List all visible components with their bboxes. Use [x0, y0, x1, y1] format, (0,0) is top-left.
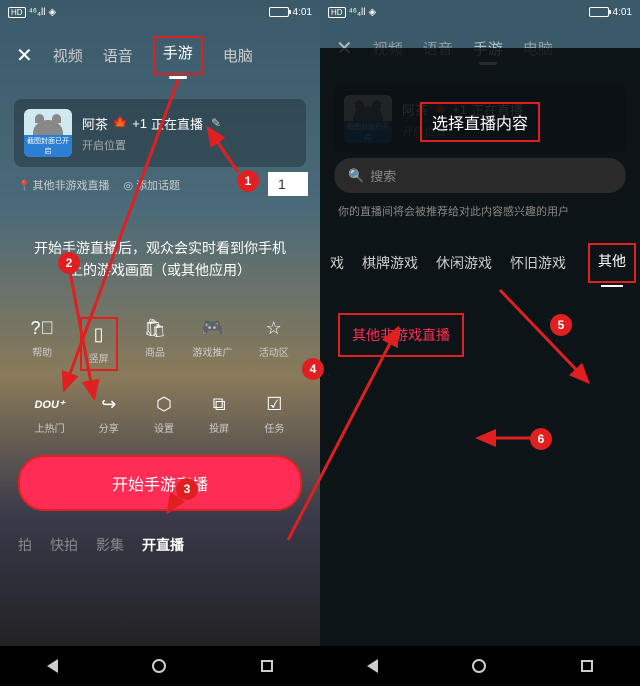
cast-button[interactable]: ⧉投屏: [208, 393, 230, 435]
icon-row-2: DOU⁺上热门 ↪分享 ⬡设置 ⧉投屏 ☑任务: [0, 387, 320, 441]
nav-recent-icon[interactable]: [261, 660, 273, 672]
battery-icon: [589, 7, 609, 17]
annotation-input: 1: [268, 172, 308, 196]
shop-button[interactable]: 🛍商品: [144, 317, 166, 371]
nav-back-icon[interactable]: [367, 659, 378, 673]
annotation-4: 4: [302, 358, 324, 380]
task-button[interactable]: ☑任务: [263, 393, 285, 435]
search-input[interactable]: 🔍 搜索: [334, 158, 626, 193]
cast-icon: ⧉: [208, 393, 230, 415]
activity-button[interactable]: ☆活动区: [259, 317, 289, 371]
hd-badge: HD: [328, 7, 346, 18]
card-title: 阿茶🍁+1正在直播 ✎: [82, 114, 221, 133]
description: 开始手游直播后，观众会实时看到你手机上的游戏画面（或其他应用）: [0, 201, 320, 301]
shop-icon: 🛍: [144, 317, 166, 339]
phone-screen-right: HD ⁴⁶₄ll ◈ 4:01 ✕ 视频 语音 手游 电脑 截图封面已开启 阿: [320, 0, 640, 686]
edit-icon[interactable]: ✎: [211, 116, 221, 130]
game-promo-button[interactable]: 🎮游戏推广: [192, 317, 232, 371]
task-icon: ☑: [263, 393, 285, 415]
help-button[interactable]: ?⃝帮助: [31, 317, 53, 371]
status-bar: HD ⁴⁶₄ll ◈ 4:01: [0, 0, 320, 24]
annotation-6: 6: [530, 428, 552, 450]
phone-screen-left: HD ⁴⁶₄ll ◈ 4:01 ✕ 视频 语音 手游 电脑 截图封面已开启 阿: [0, 0, 320, 686]
time-label: 4:01: [293, 7, 312, 18]
result-other-nongame[interactable]: 其他非游戏直播: [338, 313, 464, 357]
dou-icon: DOU⁺: [39, 393, 61, 415]
battery-icon: [269, 7, 289, 17]
star-icon: ☆: [263, 317, 285, 339]
card-sub[interactable]: 开启位置: [82, 137, 221, 153]
nav-back-icon[interactable]: [47, 659, 58, 673]
annotation-1: 1: [237, 170, 259, 192]
search-icon: 🔍: [348, 168, 364, 184]
settings-icon: ⬡: [153, 393, 175, 415]
nav-home-icon[interactable]: [152, 659, 166, 673]
tab-live[interactable]: 开直播: [142, 535, 184, 555]
game-icon: 🎮: [201, 317, 223, 339]
avatar[interactable]: 截图封面已开启: [24, 109, 72, 157]
tab-shoot[interactable]: 拍: [18, 535, 32, 555]
tab-mobile-game[interactable]: 手游: [153, 36, 203, 75]
share-button[interactable]: ↪分享: [98, 393, 120, 435]
topic-tag[interactable]: 添加话题: [123, 177, 180, 193]
time-label: 4:01: [613, 7, 632, 18]
close-icon[interactable]: ✕: [16, 43, 33, 68]
modal-title: 选择直播内容: [420, 102, 540, 142]
annotation-5: 5: [550, 314, 572, 336]
nav-recent-icon[interactable]: [581, 660, 593, 672]
search-placeholder: 搜索: [370, 166, 396, 185]
cat-frag[interactable]: 戏: [330, 253, 344, 273]
wifi-icon: ◈: [369, 7, 377, 18]
help-icon: ?⃝: [31, 317, 53, 339]
start-stream-button[interactable]: 开始手游直播: [18, 455, 302, 511]
nav-home-icon[interactable]: [472, 659, 486, 673]
tab-quick[interactable]: 快拍: [50, 535, 78, 555]
cat-board[interactable]: 棋牌游戏: [362, 253, 418, 273]
share-icon: ↪: [98, 393, 120, 415]
hd-badge: HD: [8, 7, 26, 18]
tab-pc[interactable]: 电脑: [223, 45, 253, 66]
tab-album[interactable]: 影集: [96, 535, 124, 555]
leaf-icon: 🍁: [112, 115, 128, 131]
tab-video[interactable]: 视频: [53, 45, 83, 66]
top-bar: ✕ 视频 语音 手游 电脑: [0, 24, 320, 87]
settings-button[interactable]: ⬡设置: [153, 393, 175, 435]
annotation-2: 2: [58, 252, 80, 274]
bottom-tabs: 拍 快拍 影集 开直播: [0, 525, 320, 565]
category-modal: 选择直播内容 🔍 搜索 你的直播间将会被推荐给对此内容感兴趣的用户 戏 棋牌游戏…: [320, 48, 640, 686]
category-tabs: 戏 棋牌游戏 休闲游戏 怀旧游戏 其他: [320, 233, 640, 293]
annotation-3: 3: [176, 478, 198, 500]
cat-casual[interactable]: 休闲游戏: [436, 253, 492, 273]
signal-icon: ⁴⁶₄ll: [29, 7, 46, 18]
signal-icon: ⁴⁶₄ll: [349, 7, 366, 18]
icon-row-1: ?⃝帮助 ▯竖屏 🛍商品 🎮游戏推广 ☆活动区: [0, 311, 320, 377]
cat-retro[interactable]: 怀旧游戏: [510, 253, 566, 273]
android-nav: [0, 646, 320, 686]
search-description: 你的直播间将会被推荐给对此内容感兴趣的用户: [320, 199, 640, 233]
portrait-button[interactable]: ▯竖屏: [80, 317, 118, 371]
cat-other[interactable]: 其他: [588, 243, 636, 283]
dou-button[interactable]: DOU⁺上热门: [35, 393, 65, 435]
wifi-icon: ◈: [49, 7, 57, 18]
android-nav: [320, 646, 640, 686]
tab-voice[interactable]: 语音: [103, 45, 133, 66]
avatar-tag: 截图封面已开启: [24, 135, 72, 157]
category-tag[interactable]: 其他非游戏直播: [18, 177, 109, 193]
status-bar: HD ⁴⁶₄ll ◈ 4:01: [320, 0, 640, 24]
user-card: 截图封面已开启 阿茶🍁+1正在直播 ✎ 开启位置: [14, 99, 306, 167]
portrait-icon: ▯: [88, 323, 110, 345]
